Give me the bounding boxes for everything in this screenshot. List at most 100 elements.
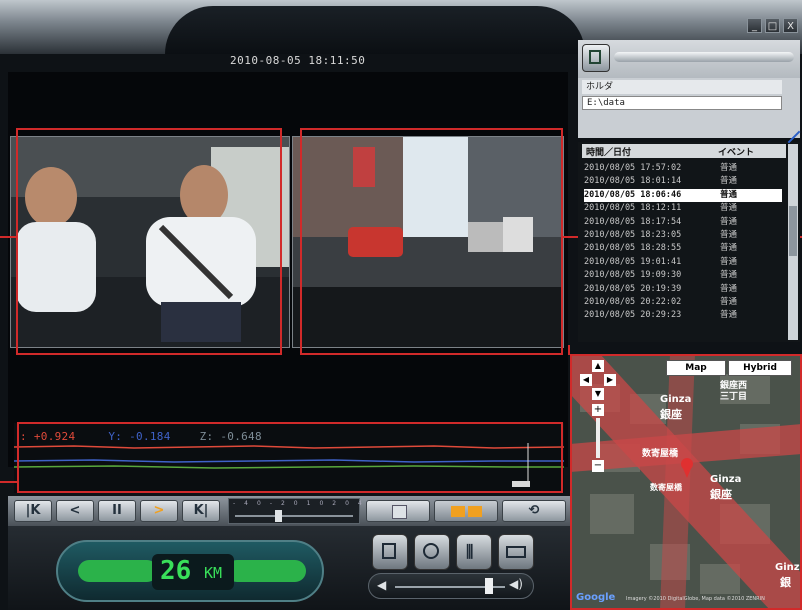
list-item[interactable]: 2010/08/05 18:12:11 普通 <box>584 202 782 215</box>
list-item-event: 普通 <box>720 176 738 187</box>
z-readout: Z: -0.648 <box>199 430 262 443</box>
callout-line-left <box>0 236 16 238</box>
list-item[interactable]: 2010/08/05 20:19:39 普通 <box>584 283 782 296</box>
speed-unit: KM <box>204 564 223 582</box>
map-highlight-box <box>570 354 802 610</box>
col-event-header[interactable]: イベント <box>718 145 754 158</box>
maximize-button[interactable]: □ <box>765 18 780 33</box>
slider-thumb[interactable] <box>275 510 282 522</box>
col-time-header[interactable]: 時間／日付 <box>586 145 631 158</box>
list-header: 時間／日付 イベント <box>582 144 786 158</box>
list-item-event: 普通 <box>720 256 738 267</box>
last-frame-button[interactable]: K| <box>182 500 220 522</box>
list-item[interactable]: 2010/08/05 18:01:14 普通 <box>584 175 782 188</box>
dual-view-icon-right <box>468 506 482 517</box>
list-item[interactable]: 2010/08/05 19:01:41 普通 <box>584 256 782 269</box>
list-item-time: 2010/08/05 18:23:05 <box>584 230 682 240</box>
snapshot-icon <box>423 543 439 559</box>
list-item-time: 2010/08/05 20:19:39 <box>584 283 682 294</box>
tick-3: 10 <box>306 500 333 507</box>
slider-track <box>235 515 353 517</box>
volume-low-icon[interactable]: ◀ <box>377 578 386 592</box>
axis-readout: : +0.924 Y: -0.184 Z: -0.648 <box>20 430 262 443</box>
export-button[interactable] <box>372 534 408 570</box>
rotate-icon: ⟲ <box>528 503 540 518</box>
list-item-event: 普通 <box>720 310 738 321</box>
x-readout: : +0.924 <box>20 430 76 443</box>
first-label: K <box>30 503 41 518</box>
list-item-time: 2010/08/05 18:17:54 <box>584 216 682 227</box>
open-folder-button[interactable] <box>582 44 610 72</box>
pause-icon: II <box>112 503 122 518</box>
print-button[interactable] <box>498 534 534 570</box>
rotate-view-button[interactable]: ⟲ <box>502 500 566 522</box>
list-item-event: 普通 <box>720 216 738 227</box>
speed-slider[interactable]: -40-2010204070 <box>228 498 400 524</box>
list-item-time: 2010/08/05 18:28:55 <box>584 243 682 254</box>
dual-view-button[interactable] <box>434 500 498 522</box>
prev-icon: < <box>69 503 81 518</box>
minimize-button[interactable]: _ <box>747 18 762 33</box>
list-item[interactable]: 2010/08/05 18:17:54 普通 <box>584 216 782 229</box>
y-readout: Y: -0.184 <box>108 430 171 443</box>
settings-button[interactable]: ⫼ <box>456 534 492 570</box>
video-timestamp: 2010-08-05 18:11:50 <box>230 54 366 67</box>
list-item[interactable]: 2010/08/05 19:09:30 普通 <box>584 269 782 282</box>
play-icon: > <box>153 503 165 518</box>
list-item-time: 2010/08/05 19:09:30 <box>584 270 682 281</box>
list-item[interactable]: 2010/08/05 18:23:05 普通 <box>584 229 782 242</box>
list-item-time: 2010/08/05 17:57:02 <box>584 163 682 173</box>
list-item-event: 普通 <box>720 230 738 240</box>
event-list: 時間／日付 イベント 2010/08/05 17:57:02 普通 2010/08/… <box>578 142 800 342</box>
folder-path-field[interactable]: E:\data <box>582 96 782 110</box>
print-icon <box>506 546 526 558</box>
list-item-event: 普通 <box>720 297 738 307</box>
first-frame-button[interactable]: |K <box>14 500 52 522</box>
list-item-time: 2010/08/05 20:29:23 <box>584 310 682 321</box>
list-item-time: 2010/08/05 18:12:11 <box>584 203 682 214</box>
callout-line-map <box>568 345 570 355</box>
list-item-event: 普通 <box>720 163 738 173</box>
callout-line-graph <box>0 481 17 483</box>
folder-label: ホルダ <box>582 80 782 94</box>
tick-1: -40 <box>233 500 270 507</box>
front-highlight-box <box>300 128 563 355</box>
list-item-event: 普通 <box>720 243 738 254</box>
list-item[interactable]: 2010/08/05 18:06:46 普通 <box>584 188 782 202</box>
prev-frame-button[interactable]: < <box>56 500 94 522</box>
single-view-icon <box>392 505 407 519</box>
last-bar: | <box>203 503 209 518</box>
dual-view-icon-left <box>451 506 465 517</box>
list-item-time: 2010/08/05 19:01:41 <box>584 256 682 267</box>
close-button[interactable]: X <box>783 18 798 33</box>
settings-icon: ⫼ <box>466 542 474 561</box>
list-item-time: 2010/08/05 18:01:14 <box>584 176 682 187</box>
speed-gauge-left <box>78 560 158 582</box>
last-icon: K <box>193 503 204 518</box>
progress-track <box>614 52 794 62</box>
single-view-button[interactable] <box>366 500 430 522</box>
list-item[interactable]: 2010/08/05 20:29:23 普通 <box>584 309 782 322</box>
title-bar-center <box>165 6 585 54</box>
cabin-highlight-box <box>16 128 282 355</box>
list-item-event: 普通 <box>720 189 738 200</box>
list-item-event: 普通 <box>720 270 738 281</box>
play-button[interactable]: > <box>140 500 178 522</box>
speed-value: 26 <box>160 556 192 586</box>
export-icon <box>382 543 396 559</box>
pause-button[interactable]: II <box>98 500 136 522</box>
scrollbar-thumb[interactable] <box>789 206 797 256</box>
file-icon <box>589 50 601 64</box>
speed-gauge-right <box>226 560 306 582</box>
volume-high-icon[interactable]: ◀) <box>509 577 523 591</box>
volume-thumb[interactable] <box>485 578 493 594</box>
list-item[interactable]: 2010/08/05 18:28:55 普通 <box>584 242 782 255</box>
folder-panel: ホルダ E:\data <box>578 78 800 138</box>
list-item[interactable]: 2010/08/05 20:22:02 普通 <box>584 296 782 309</box>
volume-control: ◀ ◀) <box>368 573 534 599</box>
list-item-event: 普通 <box>720 203 738 214</box>
list-item-event: 普通 <box>720 283 738 294</box>
list-item[interactable]: 2010/08/05 17:57:02 普通 <box>584 162 782 175</box>
list-scrollbar[interactable] <box>788 144 798 340</box>
snapshot-button[interactable] <box>414 534 450 570</box>
